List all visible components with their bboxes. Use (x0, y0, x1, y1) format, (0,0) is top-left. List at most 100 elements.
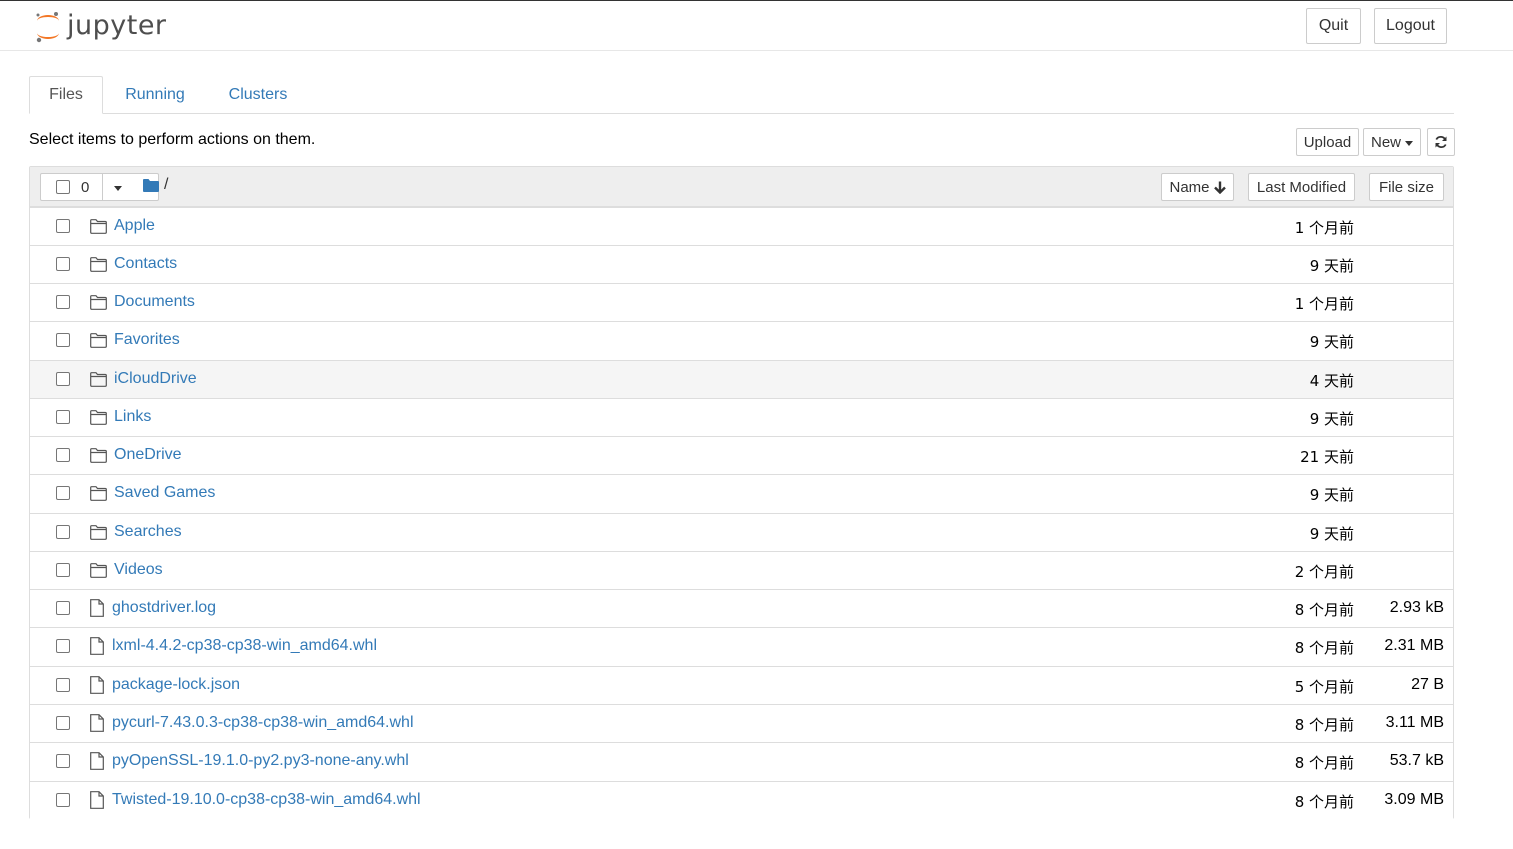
folder-link[interactable]: Saved Games (114, 484, 215, 502)
file-list-row[interactable]: Twisted-19.10.0-cp38-cp38-win_amd64.whl 8… (30, 781, 1453, 819)
logo-text: jupyter (67, 9, 167, 41)
folder-icon (90, 372, 107, 387)
selected-count: 0 (81, 179, 90, 196)
file-list-row[interactable]: Favorites 9 天前 (30, 321, 1453, 359)
sort-by-modified-button[interactable]: Last Modified (1248, 173, 1355, 201)
file-link[interactable]: ghostdriver.log (112, 599, 216, 617)
folder-link[interactable]: Videos (114, 561, 163, 579)
tab-clusters[interactable]: Clusters (215, 76, 301, 114)
select-all-checkbox[interactable] (56, 180, 70, 194)
logout-button[interactable]: Logout (1374, 8, 1447, 44)
arrow-down-icon (1213, 181, 1226, 194)
folder-icon (90, 257, 107, 272)
file-list-row[interactable]: pyOpenSSL-19.1.0-py2.py3-none-any.whl 8 个… (30, 742, 1453, 780)
item-checkbox[interactable] (56, 601, 70, 615)
folder-icon (90, 295, 107, 310)
folder-link[interactable]: OneDrive (114, 446, 182, 464)
file-list-row[interactable]: Links 9 天前 (30, 398, 1453, 436)
item-checkbox[interactable] (56, 219, 70, 233)
item-modified: 8 个月前 (1294, 601, 1354, 619)
file-list-row[interactable]: package-lock.json 5 个月前 27 B (30, 666, 1453, 704)
item-checkbox[interactable] (56, 257, 70, 271)
file-link[interactable]: Twisted-19.10.0-cp38-cp38-win_amd64.whl (112, 791, 421, 809)
file-list-row[interactable]: OneDrive 21 天前 (30, 436, 1453, 474)
jupyter-logo[interactable]: jupyter (34, 10, 167, 44)
sort-by-size-button[interactable]: File size (1369, 173, 1444, 201)
new-dropdown-button[interactable]: New (1363, 128, 1421, 156)
folder-link[interactable]: Contacts (114, 255, 177, 273)
item-checkbox[interactable] (56, 639, 70, 653)
file-list-row[interactable]: Documents 1 个月前 (30, 283, 1453, 321)
file-link[interactable]: pyOpenSSL-19.1.0-py2.py3-none-any.whl (112, 752, 409, 770)
item-file-size: 2.31 MB (1384, 637, 1444, 654)
tab-files[interactable]: Files (29, 76, 103, 114)
file-list-row[interactable]: lxml-4.4.2-cp38-cp38-win_amd64.whl 8 个月前 2… (30, 627, 1453, 665)
file-list-row[interactable]: Saved Games 9 天前 (30, 474, 1453, 512)
item-modified: 9 天前 (1309, 257, 1354, 275)
folder-link[interactable]: iCloudDrive (114, 370, 197, 388)
file-list-row[interactable]: ghostdriver.log 8 个月前 2.93 kB (30, 589, 1453, 627)
folder-icon (90, 486, 107, 501)
item-modified: 1 个月前 (1294, 219, 1354, 237)
item-checkbox[interactable] (56, 678, 70, 692)
refresh-button[interactable] (1427, 128, 1455, 156)
folder-link[interactable]: Documents (114, 293, 195, 311)
item-modified: 8 个月前 (1294, 754, 1354, 772)
item-file-size: 3.11 MB (1385, 714, 1444, 731)
item-checkbox[interactable] (56, 716, 70, 730)
file-list-row[interactable]: Searches 9 天前 (30, 513, 1453, 551)
jupyter-logo-icon (36, 12, 59, 43)
file-list-row[interactable]: Videos 2 个月前 (30, 551, 1453, 589)
quit-button[interactable]: Quit (1306, 8, 1361, 44)
item-checkbox[interactable] (56, 410, 70, 424)
item-checkbox[interactable] (56, 793, 70, 807)
item-checkbox[interactable] (56, 525, 70, 539)
folder-link[interactable]: Apple (114, 217, 155, 235)
selection-instructions: Select items to perform actions on them. (29, 131, 316, 148)
refresh-icon (1435, 135, 1447, 149)
file-list-panel: 0 / Name Last Modified File size Apple 1 … (29, 166, 1454, 819)
item-checkbox[interactable] (56, 448, 70, 462)
item-checkbox[interactable] (56, 295, 70, 309)
folder-icon (90, 219, 107, 234)
folder-link[interactable]: Links (114, 408, 151, 426)
item-file-size: 3.09 MB (1384, 791, 1444, 808)
folder-icon[interactable] (143, 179, 159, 192)
select-all-group: 0 (40, 173, 159, 201)
item-checkbox[interactable] (56, 563, 70, 577)
folder-link[interactable]: Searches (114, 523, 182, 541)
item-modified: 1 个月前 (1294, 295, 1354, 313)
file-list-header: 0 / Name Last Modified File size (30, 167, 1453, 207)
item-modified: 21 天前 (1300, 448, 1354, 466)
item-modified: 4 天前 (1309, 372, 1354, 390)
item-file-size: 53.7 kB (1389, 752, 1444, 769)
file-list-row[interactable]: Apple 1 个月前 (30, 207, 1453, 245)
file-icon (90, 714, 104, 732)
file-icon (90, 752, 104, 770)
file-list-row[interactable]: pycurl-7.43.0.3-cp38-cp38-win_amd64.whl 8… (30, 704, 1453, 742)
file-list-row[interactable]: Contacts 9 天前 (30, 245, 1453, 283)
file-link[interactable]: lxml-4.4.2-cp38-cp38-win_amd64.whl (112, 637, 377, 655)
item-modified: 8 个月前 (1294, 716, 1354, 734)
file-list-row[interactable]: iCloudDrive 4 天前 (30, 360, 1453, 398)
item-checkbox[interactable] (56, 754, 70, 768)
file-link[interactable]: package-lock.json (112, 676, 240, 694)
file-icon (90, 676, 104, 694)
item-modified: 9 天前 (1309, 525, 1354, 543)
file-icon (90, 637, 104, 655)
tab-running[interactable]: Running (111, 76, 199, 114)
item-checkbox[interactable] (56, 486, 70, 500)
file-icon (90, 791, 104, 809)
folder-link[interactable]: Favorites (114, 331, 180, 349)
upload-button[interactable]: Upload (1296, 128, 1359, 156)
item-checkbox[interactable] (56, 333, 70, 347)
folder-icon (90, 410, 107, 425)
item-modified: 9 天前 (1309, 486, 1354, 504)
file-link[interactable]: pycurl-7.43.0.3-cp38-cp38-win_amd64.whl (112, 714, 414, 732)
sort-by-name-button[interactable]: Name (1161, 173, 1234, 201)
folder-icon (90, 525, 107, 540)
breadcrumb-root[interactable]: / (164, 176, 168, 194)
select-menu-dropdown[interactable] (102, 173, 133, 201)
item-checkbox[interactable] (56, 372, 70, 386)
item-modified: 2 个月前 (1294, 563, 1354, 581)
